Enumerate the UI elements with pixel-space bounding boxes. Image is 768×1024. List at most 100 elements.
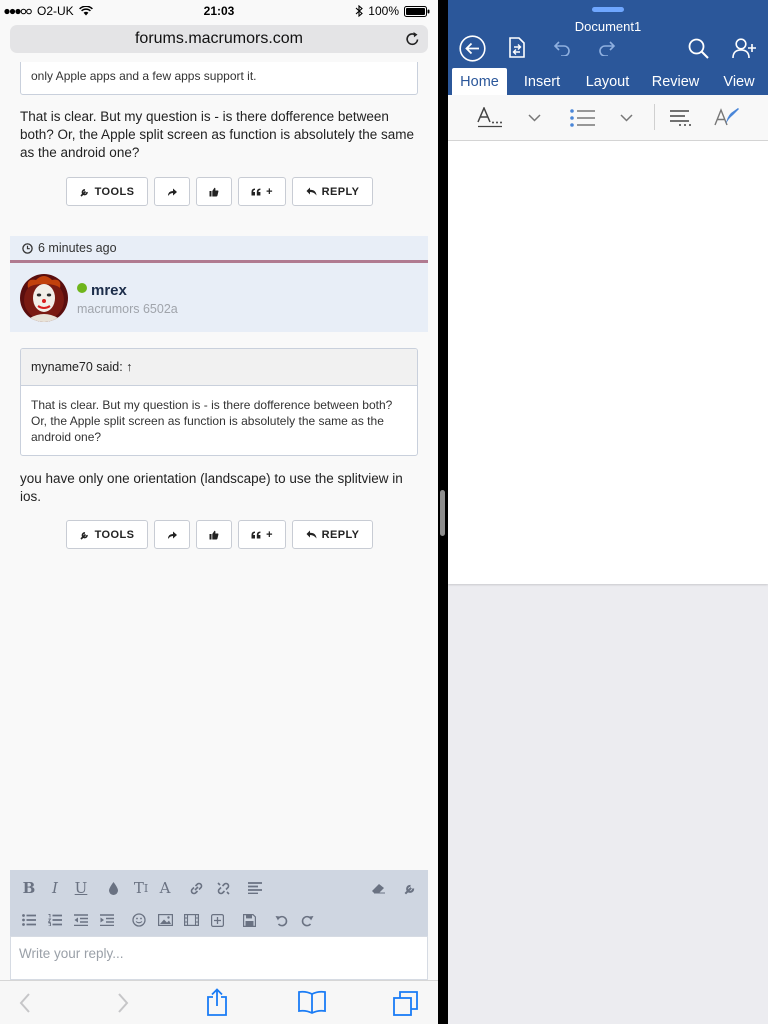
- editor-toolbar: B I U TI A: [10, 870, 428, 936]
- underline-icon[interactable]: U: [72, 879, 90, 897]
- reload-icon[interactable]: [405, 31, 420, 47]
- tab-review[interactable]: Review: [648, 68, 703, 95]
- link-icon[interactable]: [187, 879, 205, 897]
- insert-icon[interactable]: [208, 911, 226, 929]
- share-button[interactable]: [154, 177, 190, 206]
- tab-view[interactable]: View: [716, 68, 762, 95]
- post-text: That is clear. But my question is - is t…: [20, 109, 414, 160]
- format-painter-icon[interactable]: [714, 107, 740, 127]
- bullets-icon[interactable]: [570, 109, 595, 127]
- thumbs-up-icon: [209, 187, 219, 197]
- avatar[interactable]: [20, 274, 68, 322]
- font-size-icon[interactable]: TI: [130, 879, 152, 897]
- post-header: 6 minutes ago mrex macrumors 6502a: [10, 236, 428, 332]
- undo-icon[interactable]: [272, 911, 290, 929]
- back-icon[interactable]: [19, 993, 31, 1013]
- quote-plus-label: +: [266, 528, 273, 541]
- quote-icon: [251, 531, 261, 539]
- bold-icon[interactable]: B: [20, 879, 38, 897]
- status-bar: O2-UK 21:03 100%: [0, 0, 438, 22]
- forward-icon[interactable]: [117, 993, 129, 1013]
- like-button[interactable]: [196, 177, 232, 206]
- word-pane: Document1 Home Insert Layout Review View: [448, 0, 768, 1024]
- word-header: Document1 Home Insert Layout Review View: [448, 0, 768, 95]
- multitasking-grabber[interactable]: [592, 7, 624, 12]
- wrench-icon: [80, 530, 90, 540]
- media-icon[interactable]: [182, 911, 200, 929]
- eraser-icon[interactable]: [369, 879, 387, 897]
- reply-button[interactable]: REPLY: [292, 520, 373, 549]
- clock-icon: [22, 242, 33, 254]
- reply-input[interactable]: Write your reply...: [10, 936, 428, 980]
- user-title: macrumors 6502a: [77, 302, 178, 316]
- paragraph-styles-icon[interactable]: [670, 109, 693, 126]
- quote-text: That is clear. But my question is - is t…: [31, 398, 393, 444]
- bullet-list-icon[interactable]: [20, 911, 38, 929]
- chevron-down-icon[interactable]: [620, 114, 633, 122]
- safari-toolbar: [0, 980, 438, 1024]
- reply-icon: [306, 530, 317, 539]
- share-arrow-icon: [167, 187, 178, 197]
- share-arrow-icon: [167, 530, 178, 540]
- document-page[interactable]: [448, 141, 768, 584]
- image-icon[interactable]: [156, 911, 174, 929]
- unlink-icon[interactable]: [214, 879, 232, 897]
- document-title[interactable]: Document1: [448, 19, 768, 34]
- tab-home[interactable]: Home: [452, 68, 507, 95]
- previous-quote-box: only Apple apps and a few apps support i…: [20, 62, 418, 95]
- username[interactable]: mrex: [91, 282, 127, 299]
- url-text: forums.macrumors.com: [134, 30, 304, 47]
- quote-plus-label: +: [266, 185, 273, 198]
- url-bar[interactable]: forums.macrumors.com: [10, 25, 428, 53]
- status-right: 100%: [355, 4, 430, 18]
- like-button[interactable]: [196, 520, 232, 549]
- reply-icon: [306, 187, 317, 196]
- post-text: you have only one orientation (landscape…: [20, 471, 403, 504]
- save-icon[interactable]: [240, 911, 258, 929]
- italic-icon[interactable]: I: [46, 879, 64, 897]
- battery-percent: 100%: [368, 4, 399, 18]
- text-color-icon[interactable]: [104, 879, 122, 897]
- tabs-icon[interactable]: [393, 990, 419, 1016]
- chevron-down-icon[interactable]: [528, 114, 541, 122]
- wrench-icon[interactable]: [401, 879, 419, 897]
- split-view-handle[interactable]: [440, 490, 445, 536]
- share-button[interactable]: [154, 520, 190, 549]
- numbered-list-icon[interactable]: [46, 911, 64, 929]
- back-arrow-icon[interactable]: [459, 35, 486, 62]
- file-sync-icon[interactable]: [506, 37, 526, 59]
- indent-icon[interactable]: [98, 911, 116, 929]
- redo-icon[interactable]: [298, 911, 316, 929]
- tools-button[interactable]: TOOLS: [66, 177, 148, 206]
- quote-icon: [251, 188, 261, 196]
- smiley-icon[interactable]: [130, 911, 148, 929]
- bluetooth-icon: [355, 5, 364, 17]
- safari-pane: O2-UK 21:03 100% forums.macrumors.com on…: [0, 0, 438, 1024]
- align-icon[interactable]: [246, 879, 264, 897]
- share-icon[interactable]: [206, 988, 228, 1016]
- header-rule: [10, 260, 428, 263]
- post-actions: TOOLS + REPLY: [66, 520, 373, 549]
- quote-box: myname70 said: ↑ That is clear. But my q…: [20, 348, 418, 456]
- tab-insert[interactable]: Insert: [516, 68, 568, 95]
- quote-author[interactable]: myname70 said: ↑: [21, 349, 417, 386]
- time-ago-text: 6 minutes ago: [38, 241, 117, 255]
- quote-button[interactable]: +: [238, 520, 286, 549]
- thread-content: only Apple apps and a few apps support i…: [0, 62, 438, 870]
- outdent-icon[interactable]: [72, 911, 90, 929]
- bookmarks-icon[interactable]: [298, 990, 326, 1014]
- search-icon[interactable]: [688, 38, 709, 59]
- quote-button[interactable]: +: [238, 177, 286, 206]
- battery-icon: [404, 5, 430, 17]
- add-user-icon[interactable]: [732, 38, 757, 59]
- reply-button[interactable]: REPLY: [292, 177, 373, 206]
- tools-label: TOOLS: [94, 185, 135, 198]
- tools-button[interactable]: TOOLS: [66, 520, 148, 549]
- redo-icon[interactable]: [598, 40, 616, 56]
- tab-layout[interactable]: Layout: [580, 68, 635, 95]
- undo-icon[interactable]: [553, 40, 571, 56]
- font-style-icon[interactable]: [477, 107, 503, 129]
- post-actions: TOOLS + REPLY: [66, 177, 373, 206]
- reply-label: REPLY: [321, 185, 360, 198]
- font-family-icon[interactable]: A: [156, 879, 174, 897]
